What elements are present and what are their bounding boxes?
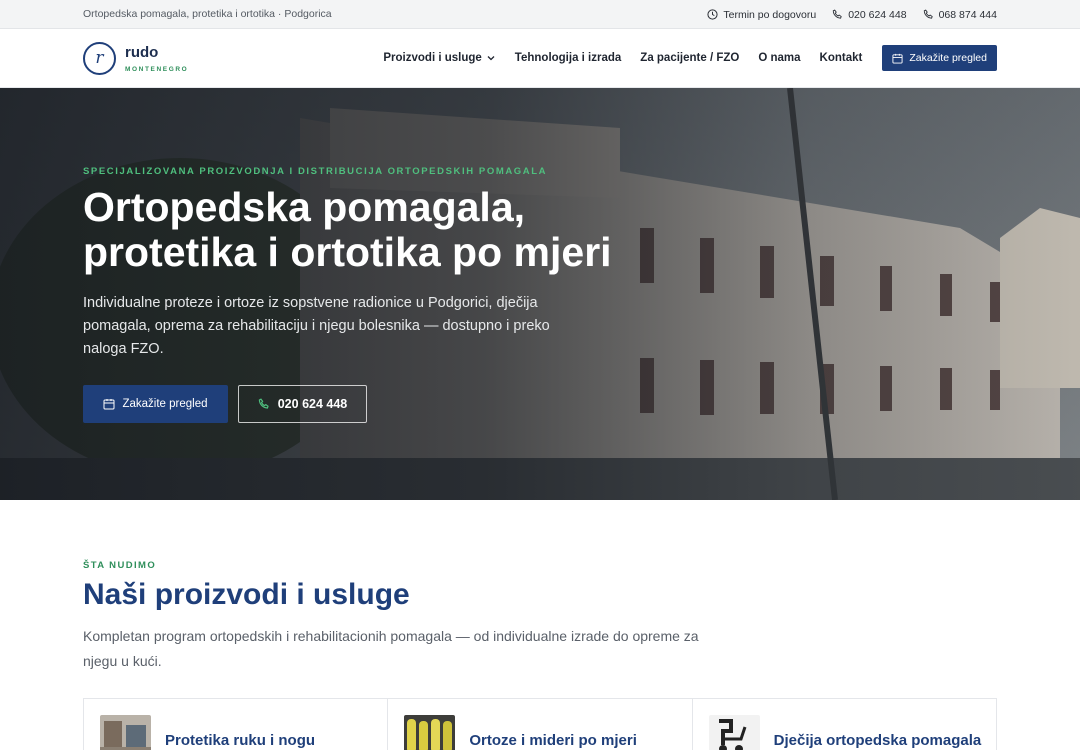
- calendar-icon: [103, 399, 115, 410]
- hero-call-button[interactable]: 020 624 448: [238, 385, 367, 423]
- card-thumbnail: [708, 715, 760, 750]
- nav-item-label: Proizvodi i usluge: [383, 52, 482, 64]
- nav-item-products[interactable]: Proizvodi i usluge: [383, 52, 495, 64]
- hero-title: Ortopedska pomagala, protetika i ortotik…: [83, 184, 612, 275]
- hours-info: Termin po dogovoru: [707, 9, 816, 21]
- logo-subtitle: MONTENEGRO: [125, 66, 189, 73]
- card-title: Ortoze i mideri po mjeri: [469, 732, 637, 749]
- hours-text: Termin po dogovoru: [723, 8, 817, 21]
- product-cards: Protetika ruku i nogu Ortoze i mideri po…: [83, 698, 997, 750]
- phone-1-text: 020 624 448: [848, 8, 907, 21]
- top-contacts: Termin po dogovoru 020 624 448 068 874 4…: [707, 0, 997, 29]
- phone-icon: [923, 9, 933, 19]
- card-title: Protetika ruku i nogu: [165, 732, 316, 749]
- clock-icon: [707, 9, 718, 20]
- nav-item-contact[interactable]: Kontakt: [820, 52, 863, 64]
- hero-call-label: 020 624 448: [277, 397, 348, 411]
- card-title: Dječija ortopedska pomagala: [773, 732, 982, 749]
- logo-name: rudo: [125, 44, 159, 61]
- top-info-bar: Ortopedska pomagala, protetika i ortotik…: [0, 0, 1080, 29]
- card-orthoses[interactable]: Ortoze i mideri po mjeri: [388, 699, 693, 750]
- hero-description: Individualne proteze i ortoze iz sopstve…: [83, 295, 550, 357]
- nav-item-about[interactable]: O nama: [758, 52, 800, 64]
- hero-book-button[interactable]: Zakažite pregled: [83, 385, 228, 423]
- book-button-label: Zakažite pregled: [909, 52, 987, 64]
- logo[interactable]: r rudo MONTENEGRO: [83, 42, 188, 75]
- card-thumbnail: [100, 715, 151, 750]
- section-description: Kompletan program ortopedskih i rehabili…: [83, 628, 699, 669]
- phone-icon: [832, 9, 842, 19]
- card-children-aids[interactable]: Dječija ortopedska pomagala: [693, 699, 996, 750]
- tagline: Ortopedska pomagala, protetika i ortotik…: [83, 8, 332, 20]
- orthoses-image: [404, 715, 456, 750]
- book-appointment-button[interactable]: Zakažite pregled: [882, 45, 997, 71]
- section-title: Naši proizvodi i usluge: [83, 578, 410, 611]
- hero-book-label: Zakažite pregled: [122, 398, 208, 410]
- phone-2-text: 068 874 444: [938, 8, 997, 21]
- phone-icon: [258, 398, 269, 409]
- phone-link-1[interactable]: 020 624 448: [832, 8, 907, 21]
- chevron-down-icon: [487, 56, 495, 61]
- card-prosthetics[interactable]: Protetika ruku i nogu: [84, 699, 389, 750]
- card-thumbnail: [404, 715, 456, 750]
- hero-eyebrow: SPECIJALIZOVANA PROIZVODNJA I DISTRIBUCI…: [83, 166, 548, 177]
- nav-item-technology[interactable]: Tehnologija i izrada: [515, 52, 622, 64]
- logo-mark: r: [83, 42, 116, 75]
- children-aids-image: [708, 715, 760, 750]
- calendar-icon: [892, 53, 903, 64]
- nav-menu: Proizvodi i usluge Tehnologija i izrada …: [364, 29, 997, 87]
- section-eyebrow: ŠTA NUDIMO: [83, 560, 157, 571]
- main-navigation: r rudo MONTENEGRO Proizvodi i usluge Teh…: [0, 29, 1080, 88]
- logo-text: rudo MONTENEGRO: [125, 44, 188, 73]
- prosthetics-image: [100, 715, 151, 750]
- nav-item-patients[interactable]: Za pacijente / FZO: [640, 52, 739, 64]
- phone-link-2[interactable]: 068 874 444: [923, 9, 997, 21]
